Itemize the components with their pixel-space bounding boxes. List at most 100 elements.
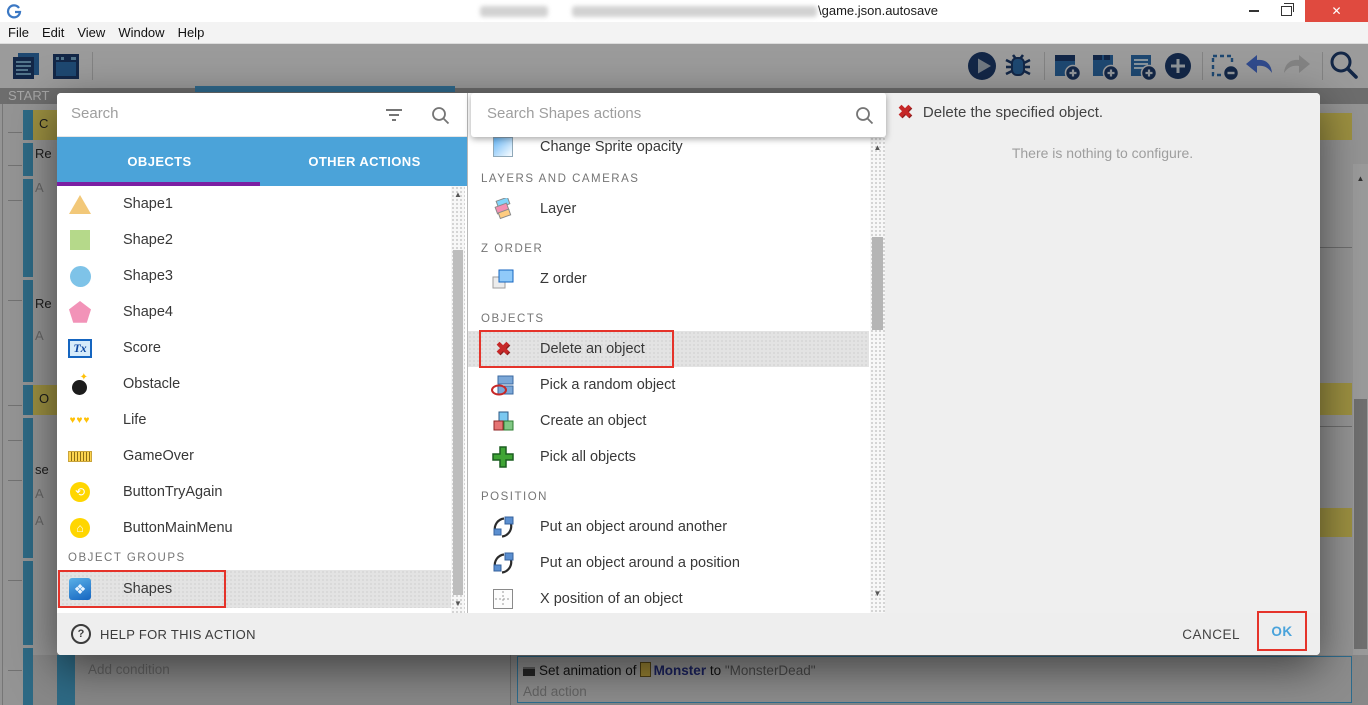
action-list-scrollbar[interactable]: ▲ ▼ (870, 137, 885, 613)
cancel-button[interactable]: CANCEL (1182, 613, 1240, 655)
object-row-obstacle[interactable]: ✦Obstacle (57, 366, 453, 402)
gdevelop-logo-icon (6, 3, 22, 19)
object-row-gameover[interactable]: GameOver (57, 438, 453, 474)
zorder-icon (490, 267, 516, 291)
close-button[interactable]: ✕ (1305, 0, 1368, 22)
section-header-layers-and-cameras: LAYERS AND CAMERAS (468, 157, 869, 191)
section-header-z-order: Z ORDER (468, 227, 869, 261)
object-label: GameOver (123, 448, 194, 464)
triangle-icon (68, 192, 92, 216)
object-label: ButtonMainMenu (123, 520, 233, 536)
object-row-shape2[interactable]: Shape2 (57, 222, 453, 258)
action-search-box (471, 93, 886, 137)
retry-icon: ⟲ (68, 480, 92, 504)
object-row-score[interactable]: Tx Score (57, 330, 453, 366)
circle-icon (68, 264, 92, 288)
square-icon (68, 228, 92, 252)
minimize-button[interactable] (1238, 0, 1270, 22)
scroll-down-icon[interactable]: ▼ (870, 587, 885, 601)
object-row-buttonmainmenu[interactable]: ⌂ ButtonMainMenu (57, 510, 453, 546)
filter-icon[interactable] (385, 106, 403, 128)
action-label: Pick all objects (540, 449, 636, 465)
action-label: Put an object around a position (540, 555, 740, 571)
action-label: Create an object (540, 413, 646, 429)
object-search-input[interactable] (69, 104, 373, 123)
action-row-put-an-object-around-a-position[interactable]: Put an object around a position (468, 545, 869, 581)
menu-file[interactable]: File (8, 25, 40, 40)
action-label: Layer (540, 201, 576, 217)
restore-button[interactable] (1270, 0, 1302, 22)
action-editor-dialog: OBJECTSOTHER ACTIONS Shape1Shape2Shape3S… (57, 93, 1320, 655)
object-row-shape1[interactable]: Shape1 (57, 186, 453, 222)
action-list: Change Sprite opacity LAYERS AND CAMERAS L… (468, 137, 869, 613)
layer-icon (490, 197, 516, 221)
panel-tabs: OBJECTSOTHER ACTIONS (57, 137, 467, 186)
text-icon: Tx (68, 336, 92, 360)
tab-objects[interactable]: OBJECTS (57, 137, 262, 186)
action-label: Z order (540, 271, 587, 287)
around-another-icon (490, 515, 516, 539)
hearts-icon: ♥♥♥ (68, 408, 92, 432)
group-row-shapes[interactable]: ❖Shapes (57, 570, 453, 608)
window-title: \game.json.autosave (818, 3, 938, 18)
ok-button[interactable]: OK (1271, 624, 1292, 639)
object-label: Shape1 (123, 196, 173, 212)
action-label: Pick a random object (540, 377, 675, 393)
action-row-create-an-object[interactable]: Create an object (468, 403, 869, 439)
selection-highlight-frame (479, 330, 674, 368)
action-description: Delete the specified object. (923, 104, 1103, 121)
object-row-buttontryagain[interactable]: ⟲ ButtonTryAgain (57, 474, 453, 510)
empty-configuration-message: There is nothing to configure. (885, 145, 1320, 161)
tab-other-actions[interactable]: OTHER ACTIONS (262, 137, 467, 186)
action-row-x-position-of-an-object[interactable]: X position of an object (468, 581, 869, 613)
configuration-panel: ✖ Delete the specified object. There is … (885, 93, 1320, 613)
object-groups-header: OBJECT GROUPS (57, 546, 453, 570)
scroll-up-icon[interactable]: ▲ (870, 141, 885, 155)
menu-edit[interactable]: Edit (42, 25, 75, 40)
action-row-put-an-object-around-another[interactable]: Put an object around another (468, 509, 869, 545)
redacted-title-segment (480, 6, 548, 17)
title-bar: \game.json.autosave ✕ (0, 0, 1368, 22)
scroll-up-icon[interactable]: ▲ (451, 188, 465, 202)
around-position-icon (490, 551, 516, 575)
action-row-pick-all-objects[interactable]: Pick all objects (468, 439, 869, 475)
object-list-scrollbar[interactable]: ▲ ▼ (451, 186, 465, 613)
home-icon: ⌂ (68, 516, 92, 540)
section-header-objects: OBJECTS (468, 297, 869, 331)
opacity-icon (490, 137, 516, 159)
object-row-shape3[interactable]: Shape3 (57, 258, 453, 294)
help-icon: ? (71, 624, 91, 644)
action-row-change-sprite-opacity[interactable]: Change Sprite opacity (468, 137, 869, 157)
pentagon-icon (68, 300, 92, 324)
scroll-down-icon[interactable]: ▼ (451, 597, 465, 611)
search-icon[interactable] (431, 106, 450, 130)
redacted-title-segment (572, 6, 817, 17)
menu-help[interactable]: Help (178, 25, 216, 40)
object-label: Score (123, 340, 161, 356)
action-row-layer[interactable]: Layer (468, 191, 869, 227)
app-window: \game.json.autosave ✕ FileEditViewWindow… (0, 0, 1368, 705)
scrollbar-thumb[interactable] (453, 250, 463, 595)
gameover-icon (68, 444, 92, 468)
object-row-life[interactable]: ♥♥♥Life (57, 402, 453, 438)
section-header-position: POSITION (468, 475, 869, 509)
menu-view[interactable]: View (77, 25, 116, 40)
search-icon[interactable] (855, 106, 874, 130)
objects-panel: OBJECTSOTHER ACTIONS Shape1 Shape2 Shape3 S… (57, 93, 467, 613)
action-label: Change Sprite opacity (540, 139, 683, 155)
action-row-delete-an-object[interactable]: ✖Delete an object (468, 331, 869, 367)
help-button[interactable]: ? HELP FOR THIS ACTION (71, 613, 256, 655)
object-label: Shape3 (123, 268, 173, 284)
object-label: Shape2 (123, 232, 173, 248)
menu-window[interactable]: Window (118, 25, 175, 40)
object-label: Shape4 (123, 304, 173, 320)
object-list: Shape1 Shape2 Shape3 Shape4 Tx Score ✦Obstacle… (57, 186, 453, 613)
dialog-footer: ? HELP FOR THIS ACTION CANCEL OK (57, 613, 1320, 655)
action-row-z-order[interactable]: Z order (468, 261, 869, 297)
object-row-shape4[interactable]: Shape4 (57, 294, 453, 330)
scrollbar-thumb[interactable] (872, 237, 883, 330)
action-row-pick-a-random-object[interactable]: Pick a random object (468, 367, 869, 403)
action-search-input[interactable] (485, 104, 819, 123)
pick-all-icon (490, 445, 516, 469)
object-label: ButtonTryAgain (123, 484, 222, 500)
